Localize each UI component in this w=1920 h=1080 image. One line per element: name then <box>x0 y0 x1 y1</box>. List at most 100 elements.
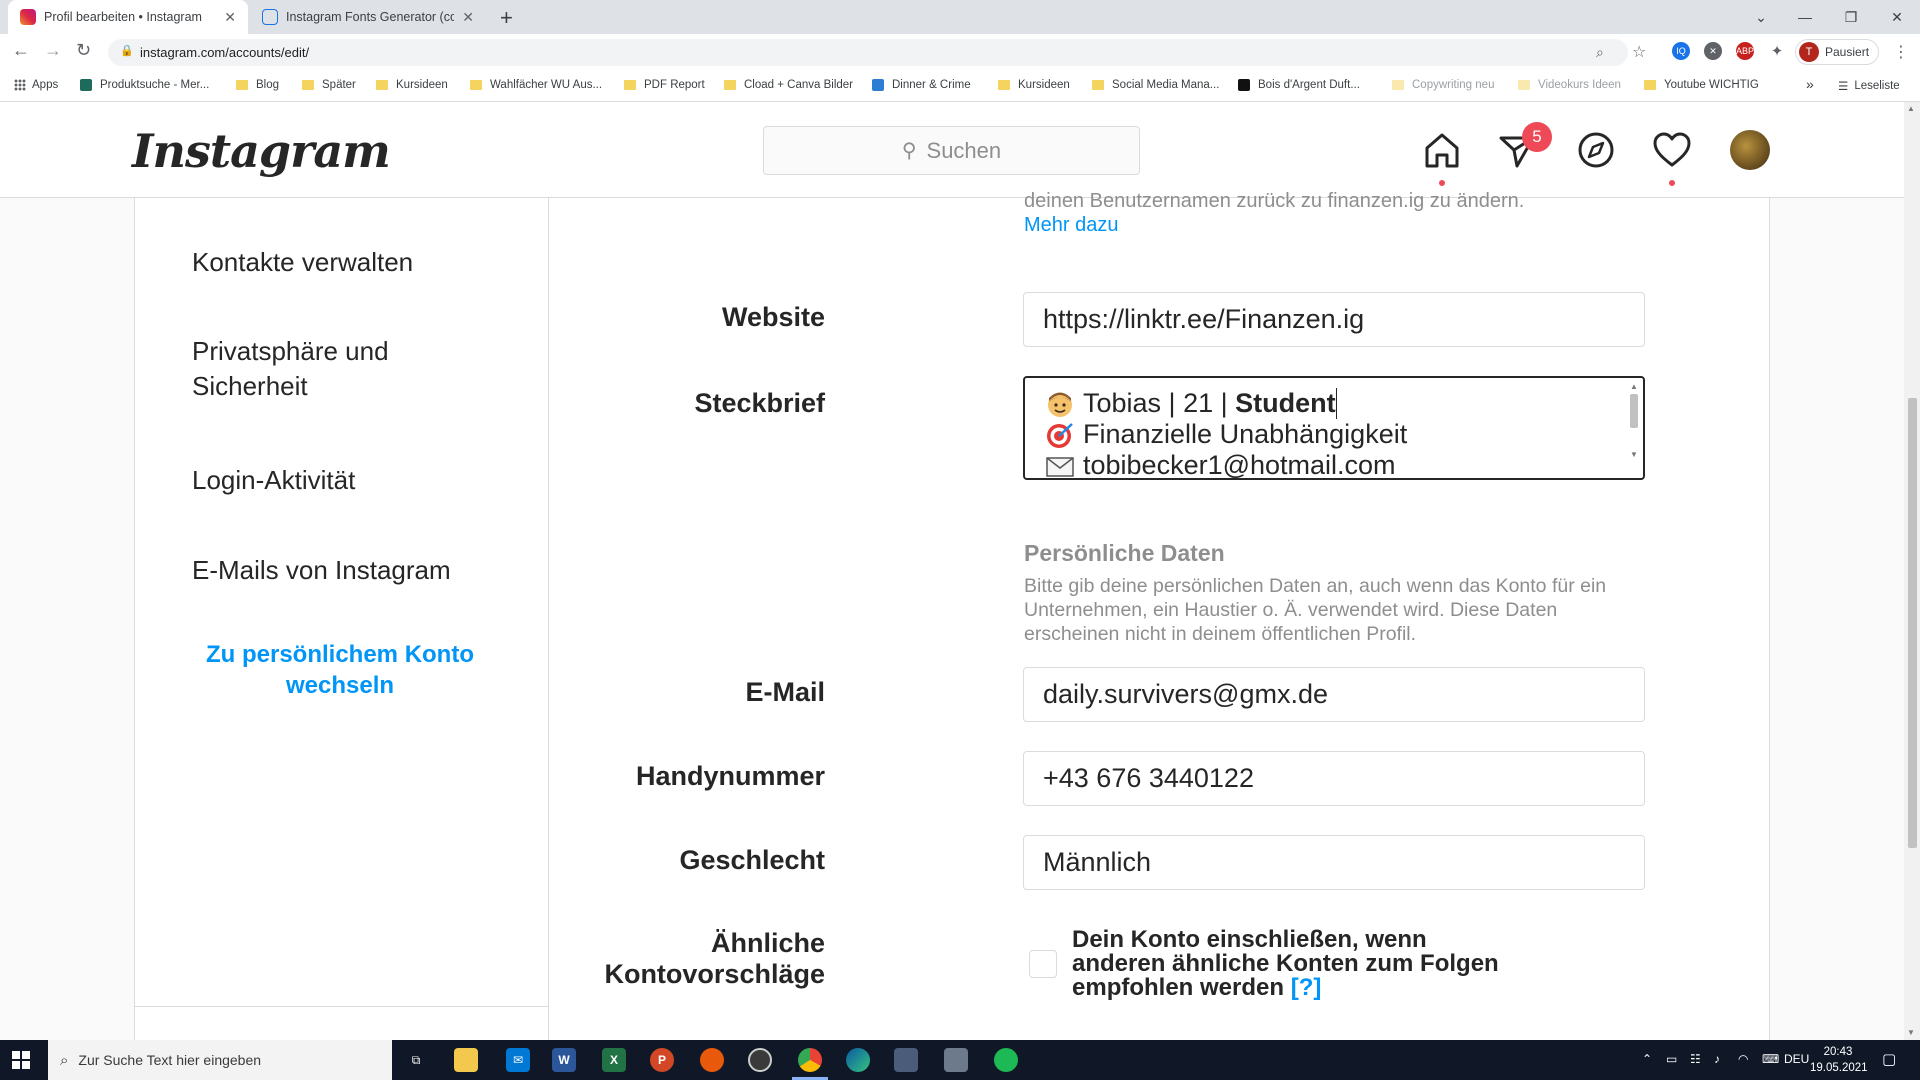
bookmark-label: Bois d'Argent Duft... <box>1258 79 1360 91</box>
file-explorer-icon[interactable] <box>454 1048 478 1072</box>
word-icon[interactable]: W <box>552 1048 576 1072</box>
search-icon: ⚲ <box>901 140 917 162</box>
extensions-puzzle-icon[interactable]: ✦ <box>1768 42 1786 60</box>
more-info-link[interactable]: Mehr dazu <box>1024 214 1119 237</box>
chrome-icon[interactable] <box>798 1048 822 1072</box>
bookmark-label: Apps <box>32 79 59 91</box>
bookmark-youtube[interactable]: Youtube WICHTIG <box>1644 79 1759 91</box>
bookmark-copywriting[interactable]: Copywriting neu <box>1392 79 1494 91</box>
page-scrollbar[interactable]: ▲ ▼ <box>1904 102 1920 1040</box>
taskbar-clock[interactable]: 20:43 19.05.2021 <box>1810 1044 1868 1076</box>
email-input[interactable]: daily.survivers@gmx.de <box>1023 667 1645 722</box>
zoom-icon[interactable]: ⌕ <box>1596 44 1604 61</box>
bookmark-apps[interactable]: Apps <box>14 79 58 91</box>
page-scroll-up-icon[interactable]: ▲ <box>1907 104 1915 113</box>
adblock-extension-icon[interactable]: ABP <box>1736 42 1754 60</box>
search-input[interactable]: ⚲ Suchen <box>763 126 1140 175</box>
gender-input[interactable]: Männlich <box>1023 835 1645 890</box>
profile-avatar[interactable] <box>1730 130 1770 170</box>
language-indicator[interactable]: DEU <box>1784 1052 1809 1066</box>
scroll-up-arrow-icon[interactable]: ▲ <box>1630 382 1638 391</box>
sidebar-item-emails[interactable]: E-Mails von Instagram <box>192 552 512 588</box>
tab-profil-bearbeiten[interactable]: Profil bearbeiten • Instagram ✕ <box>8 0 248 34</box>
notification-count-badge: 5 <box>1522 122 1552 152</box>
mail-icon[interactable]: ✉ <box>506 1048 530 1072</box>
tray-device-icon[interactable]: ▭ <box>1666 1052 1677 1066</box>
bookmark-dinner-crime[interactable]: Dinner & Crime <box>872 79 971 91</box>
scroll-down-arrow-icon[interactable]: ▼ <box>1630 450 1638 459</box>
address-bar[interactable]: 🔒 instagram.com/accounts/edit/ ⌕ <box>108 39 1628 66</box>
bookmark-blog[interactable]: Blog <box>236 79 279 91</box>
similar-accounts-description: Dein Konto einschließen, wenn anderen äh… <box>1072 926 1499 1001</box>
bookmark-star-icon[interactable]: ☆ <box>1632 42 1646 62</box>
edge-icon[interactable] <box>846 1048 870 1072</box>
reading-list[interactable]: ☰ Leseliste <box>1838 79 1900 93</box>
home-icon[interactable] <box>1422 130 1462 170</box>
back-arrow-icon[interactable]: ← <box>12 40 30 61</box>
app-icon[interactable] <box>894 1048 918 1072</box>
bookmark-wahlfaecher[interactable]: Wahlfächer WU Aus... <box>470 79 602 91</box>
tray-volume-icon[interactable]: ♪ <box>1714 1052 1720 1066</box>
window-close-icon[interactable]: ✕ <box>1874 0 1920 34</box>
bookmark-spaeter[interactable]: Später <box>302 79 356 91</box>
target-emoji-icon <box>1045 420 1075 450</box>
switch-to-personal-account-link[interactable]: Zu persönlichem Konto wechseln <box>175 639 505 701</box>
bookmark-videokurs[interactable]: Videokurs Ideen <box>1518 79 1621 91</box>
tray-chevron-icon[interactable]: ⌃ <box>1642 1052 1652 1066</box>
reload-icon[interactable]: ↻ <box>76 40 91 61</box>
bookmark-label: Videokurs Ideen <box>1538 79 1621 91</box>
close-icon[interactable]: ✕ <box>462 9 474 26</box>
tab-search-icon[interactable]: ⌄ <box>1738 0 1784 34</box>
tray-network-icon[interactable]: ☷ <box>1690 1052 1701 1066</box>
app-icon[interactable] <box>700 1048 724 1072</box>
restore-icon[interactable]: ❐ <box>1828 0 1874 34</box>
sidebar-item-kontakte[interactable]: Kontakte verwalten <box>192 244 512 280</box>
bookmark-bois-dargent[interactable]: Bois d'Argent Duft... <box>1238 79 1360 91</box>
page-scroll-down-icon[interactable]: ▼ <box>1907 1028 1915 1037</box>
tray-keyboard-icon[interactable]: ⌨ <box>1762 1052 1779 1066</box>
website-input[interactable]: https://linktr.ee/Finanzen.ig <box>1023 292 1645 347</box>
bookmark-kursideen[interactable]: Kursideen <box>376 79 448 91</box>
bookmark-kursideen-2[interactable]: Kursideen <box>998 79 1070 91</box>
excel-icon[interactable]: X <box>602 1048 626 1072</box>
bio-line-1: Tobias | 21 | Student <box>1045 388 1337 419</box>
bio-textarea[interactable]: Tobias | 21 | Student Finanzielle Unabhä… <box>1023 376 1645 480</box>
powerpoint-icon[interactable]: P <box>650 1048 674 1072</box>
notifications-icon[interactable]: ▢ <box>1882 1050 1896 1068</box>
phone-value: +43 676 3440122 <box>1043 763 1254 793</box>
tab-fonts-generator[interactable]: Instagram Fonts Generator (co p ✕ <box>250 0 486 34</box>
instagram-logo[interactable]: Instagram <box>132 124 391 178</box>
bookmark-produktsuche[interactable]: Produktsuche - Mer... <box>80 79 209 91</box>
iq-extension-icon[interactable]: IQ <box>1672 42 1690 60</box>
sidebar-item-login-aktivitaet[interactable]: Login-Aktivität <box>192 462 512 498</box>
app-icon[interactable] <box>944 1048 968 1072</box>
obs-icon[interactable] <box>748 1048 772 1072</box>
more-bookmarks-chevron-icon[interactable]: » <box>1806 76 1814 92</box>
forward-arrow-icon[interactable]: → <box>44 40 62 61</box>
sidebar-item-privatsphaere[interactable]: Privatsphäre und Sicherheit <box>192 334 442 404</box>
close-icon[interactable]: ✕ <box>224 9 236 26</box>
bookmark-social-media[interactable]: Social Media Mana... <box>1092 79 1219 91</box>
bookmark-pdf-report[interactable]: PDF Report <box>624 79 705 91</box>
browser-menu-icon[interactable]: ⋮ <box>1893 42 1909 62</box>
minimize-icon[interactable]: — <box>1782 0 1828 34</box>
help-link[interactable]: [?] <box>1291 974 1322 1001</box>
spotify-icon[interactable] <box>994 1048 1018 1072</box>
taskbar-search-input[interactable]: ⌕ Zur Suche Text hier eingeben <box>48 1040 392 1080</box>
page-scroll-thumb[interactable] <box>1908 398 1917 848</box>
similar-accounts-checkbox[interactable] <box>1029 950 1057 978</box>
activity-heart-icon[interactable] <box>1652 130 1692 170</box>
personal-data-description: Bitte gib deine persönlichen Daten an, a… <box>1024 575 1607 645</box>
profile-chip[interactable]: T Pausiert <box>1795 39 1879 65</box>
task-view-icon[interactable]: ⧉ <box>404 1048 428 1072</box>
new-tab-plus-icon[interactable]: + <box>500 5 513 31</box>
bio-scroll-thumb[interactable] <box>1630 394 1638 428</box>
bookmark-label: Kursideen <box>1018 79 1070 91</box>
windows-start-icon[interactable] <box>12 1051 30 1069</box>
extension-icon[interactable]: ✕ <box>1704 42 1722 60</box>
phone-input[interactable]: +43 676 3440122 <box>1023 751 1645 806</box>
bookmark-cload-canva[interactable]: Cload + Canva Bilder <box>724 79 853 91</box>
explore-compass-icon[interactable] <box>1576 130 1616 170</box>
bio-scrollbar[interactable]: ▲ ▼ <box>1628 382 1640 474</box>
tray-wifi-icon[interactable]: ◠ <box>1738 1052 1748 1066</box>
